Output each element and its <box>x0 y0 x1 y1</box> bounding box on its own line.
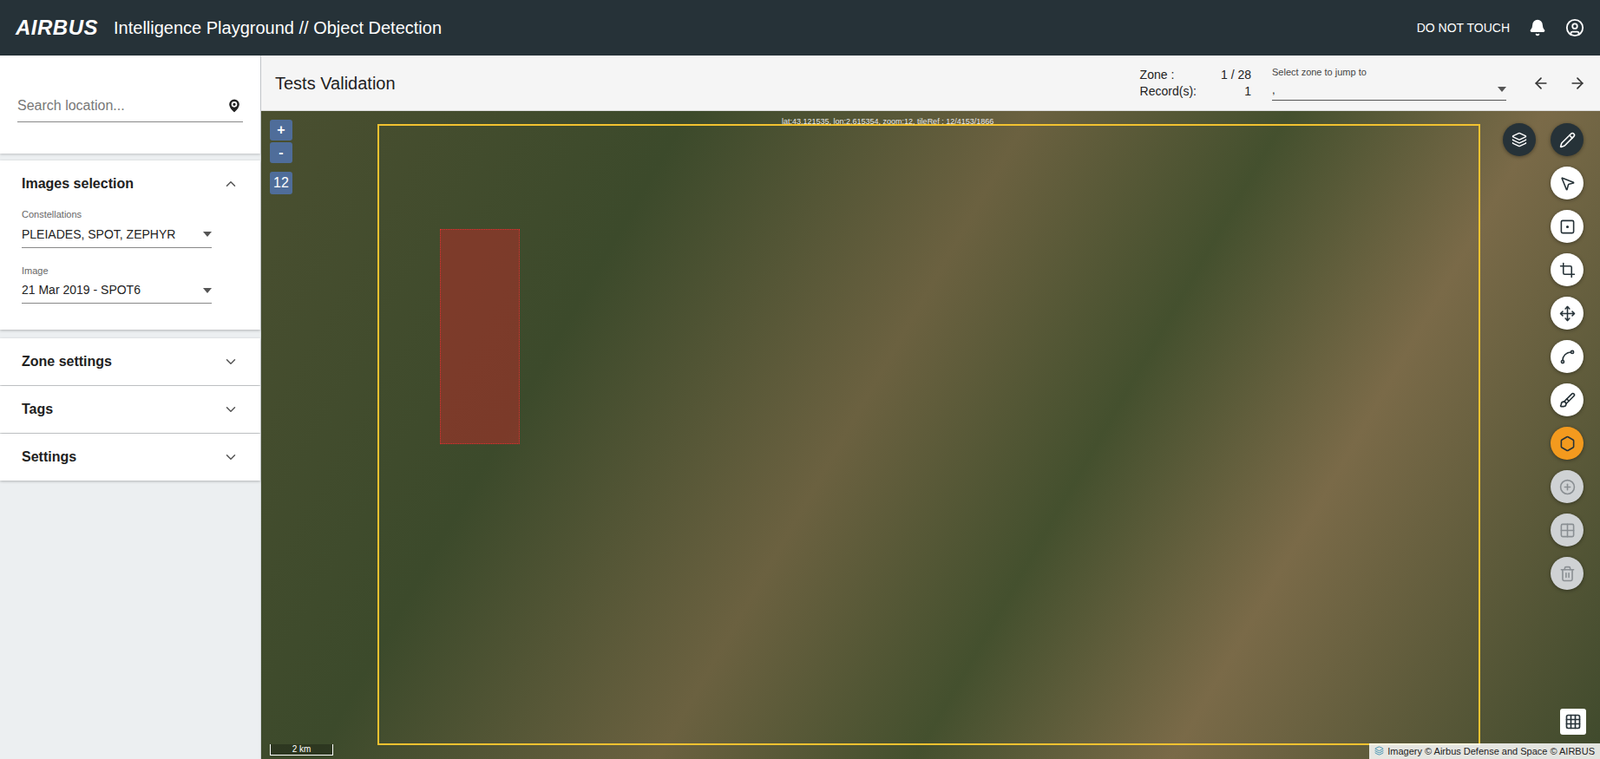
polygon-icon <box>1559 435 1576 453</box>
zone-frame <box>377 124 1481 746</box>
select-field[interactable]: Image21 Mar 2019 - SPOT6 <box>21 263 212 305</box>
scale-bar: 2 km <box>269 744 334 756</box>
app: AIRBUS Intelligence Playground // Object … <box>0 0 1600 759</box>
sidebar-panel: Zone settings <box>0 338 261 386</box>
page-title: Tests Validation <box>275 70 396 97</box>
dropdown-caret-icon <box>1497 86 1507 92</box>
layers-icon <box>1511 131 1528 148</box>
annotation-rectangle[interactable] <box>439 229 520 445</box>
map-tool-button[interactable] <box>1550 296 1584 330</box>
brush-icon <box>1559 392 1576 409</box>
panel-header[interactable]: Images selection <box>0 160 261 208</box>
search-card: Search location... <box>0 55 261 154</box>
previous-zone-icon[interactable] <box>1532 74 1550 92</box>
bell-icon[interactable] <box>1528 19 1547 37</box>
grid-icon <box>1564 713 1582 731</box>
map-tool-button[interactable] <box>1550 253 1584 287</box>
sidebar: Search location... Images selectionConste… <box>0 55 262 759</box>
box-icon <box>1559 218 1576 236</box>
app-header: AIRBUS Intelligence Playground // Object … <box>0 0 1600 56</box>
pointer-icon <box>1559 175 1576 192</box>
dropdown-caret-icon <box>203 231 212 237</box>
map-tools <box>1550 123 1584 591</box>
zone-jump-select[interactable]: Select zone to jump to, <box>1272 65 1507 101</box>
zoom-level-badge: 12 <box>269 171 293 195</box>
edit-toggle-button[interactable] <box>1550 123 1584 157</box>
zoom-out-button[interactable]: - <box>269 142 293 164</box>
crop-icon <box>1559 262 1576 279</box>
account-icon[interactable] <box>1565 18 1585 38</box>
panel-header[interactable]: Tags <box>0 386 261 433</box>
map-tool-button[interactable] <box>1550 426 1584 460</box>
sidebar-panel: Tags <box>0 386 261 433</box>
status-label: DO NOT TOUCH <box>1416 19 1510 38</box>
add-icon <box>1559 478 1576 496</box>
map-tool-button[interactable] <box>1550 340 1584 374</box>
chevron-down-icon <box>222 401 239 418</box>
sidebar-panel: Images selectionConstellationsPLEIADES, … <box>0 160 261 330</box>
grid-icon <box>1559 522 1576 539</box>
panel-header[interactable]: Settings <box>0 433 261 481</box>
search-input[interactable]: Search location... <box>17 95 243 123</box>
zone-info: Zone :1 / 28Record(s):1 <box>1140 66 1252 100</box>
pencil-icon <box>1559 131 1576 149</box>
select-field[interactable]: ConstellationsPLEIADES, SPOT, ZEPHYR <box>21 207 212 249</box>
map-tool-button <box>1550 513 1584 547</box>
map-tool-button <box>1550 470 1584 504</box>
map-view[interactable]: lat:43.121535, lon:2.615354, zoom:12, ti… <box>261 111 1600 759</box>
panel-header[interactable]: Zone settings <box>0 338 261 386</box>
grid-button[interactable] <box>1560 708 1587 735</box>
chevron-down-icon <box>222 354 239 370</box>
sidebar-panel: Settings <box>0 433 261 481</box>
zoom-in-button[interactable]: + <box>269 119 293 141</box>
attribution: Imagery © Airbus Defense and Space © AIR… <box>1369 743 1600 759</box>
delete-icon <box>1559 565 1576 583</box>
map-tool-button[interactable] <box>1550 209 1584 243</box>
attribution-icon <box>1374 746 1384 756</box>
curve-icon <box>1559 348 1576 366</box>
app-title: Intelligence Playground // Object Detect… <box>113 14 442 41</box>
layers-button[interactable] <box>1502 123 1536 157</box>
map-tool-button <box>1550 557 1584 591</box>
rotate-icon <box>1559 305 1576 322</box>
map-tool-button[interactable] <box>1550 166 1584 200</box>
dropdown-caret-icon <box>203 288 212 294</box>
airbus-logo: AIRBUS <box>15 12 99 44</box>
chevron-up-icon <box>222 176 239 192</box>
next-zone-icon[interactable] <box>1568 74 1587 92</box>
coords-label: lat:43.121535, lon:2.615354, zoom:12, ti… <box>781 116 994 129</box>
chevron-down-icon <box>222 449 239 466</box>
zone-toolbar: Tests Validation Zone :1 / 28Record(s):1 S… <box>261 55 1600 112</box>
location-pin-icon[interactable] <box>225 97 243 115</box>
map-tool-button[interactable] <box>1550 383 1584 417</box>
